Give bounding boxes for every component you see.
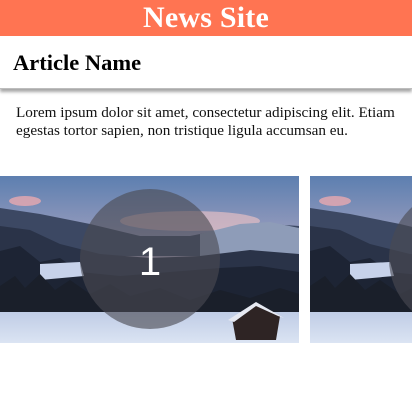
slide-number: 1 [138, 240, 162, 284]
image-carousel[interactable]: 1 [0, 176, 412, 343]
carousel-slide[interactable] [310, 176, 412, 343]
article-title-bar: Article Name [0, 36, 412, 89]
article-title: Article Name [13, 50, 142, 75]
carousel-slide[interactable]: 1 [0, 176, 299, 343]
article-body-text: Lorem ipsum dolor sit amet, consectetur … [16, 104, 395, 139]
site-header: News Site [0, 0, 412, 36]
slide-number-badge: 1 [80, 189, 220, 329]
site-title: News Site [143, 1, 269, 34]
